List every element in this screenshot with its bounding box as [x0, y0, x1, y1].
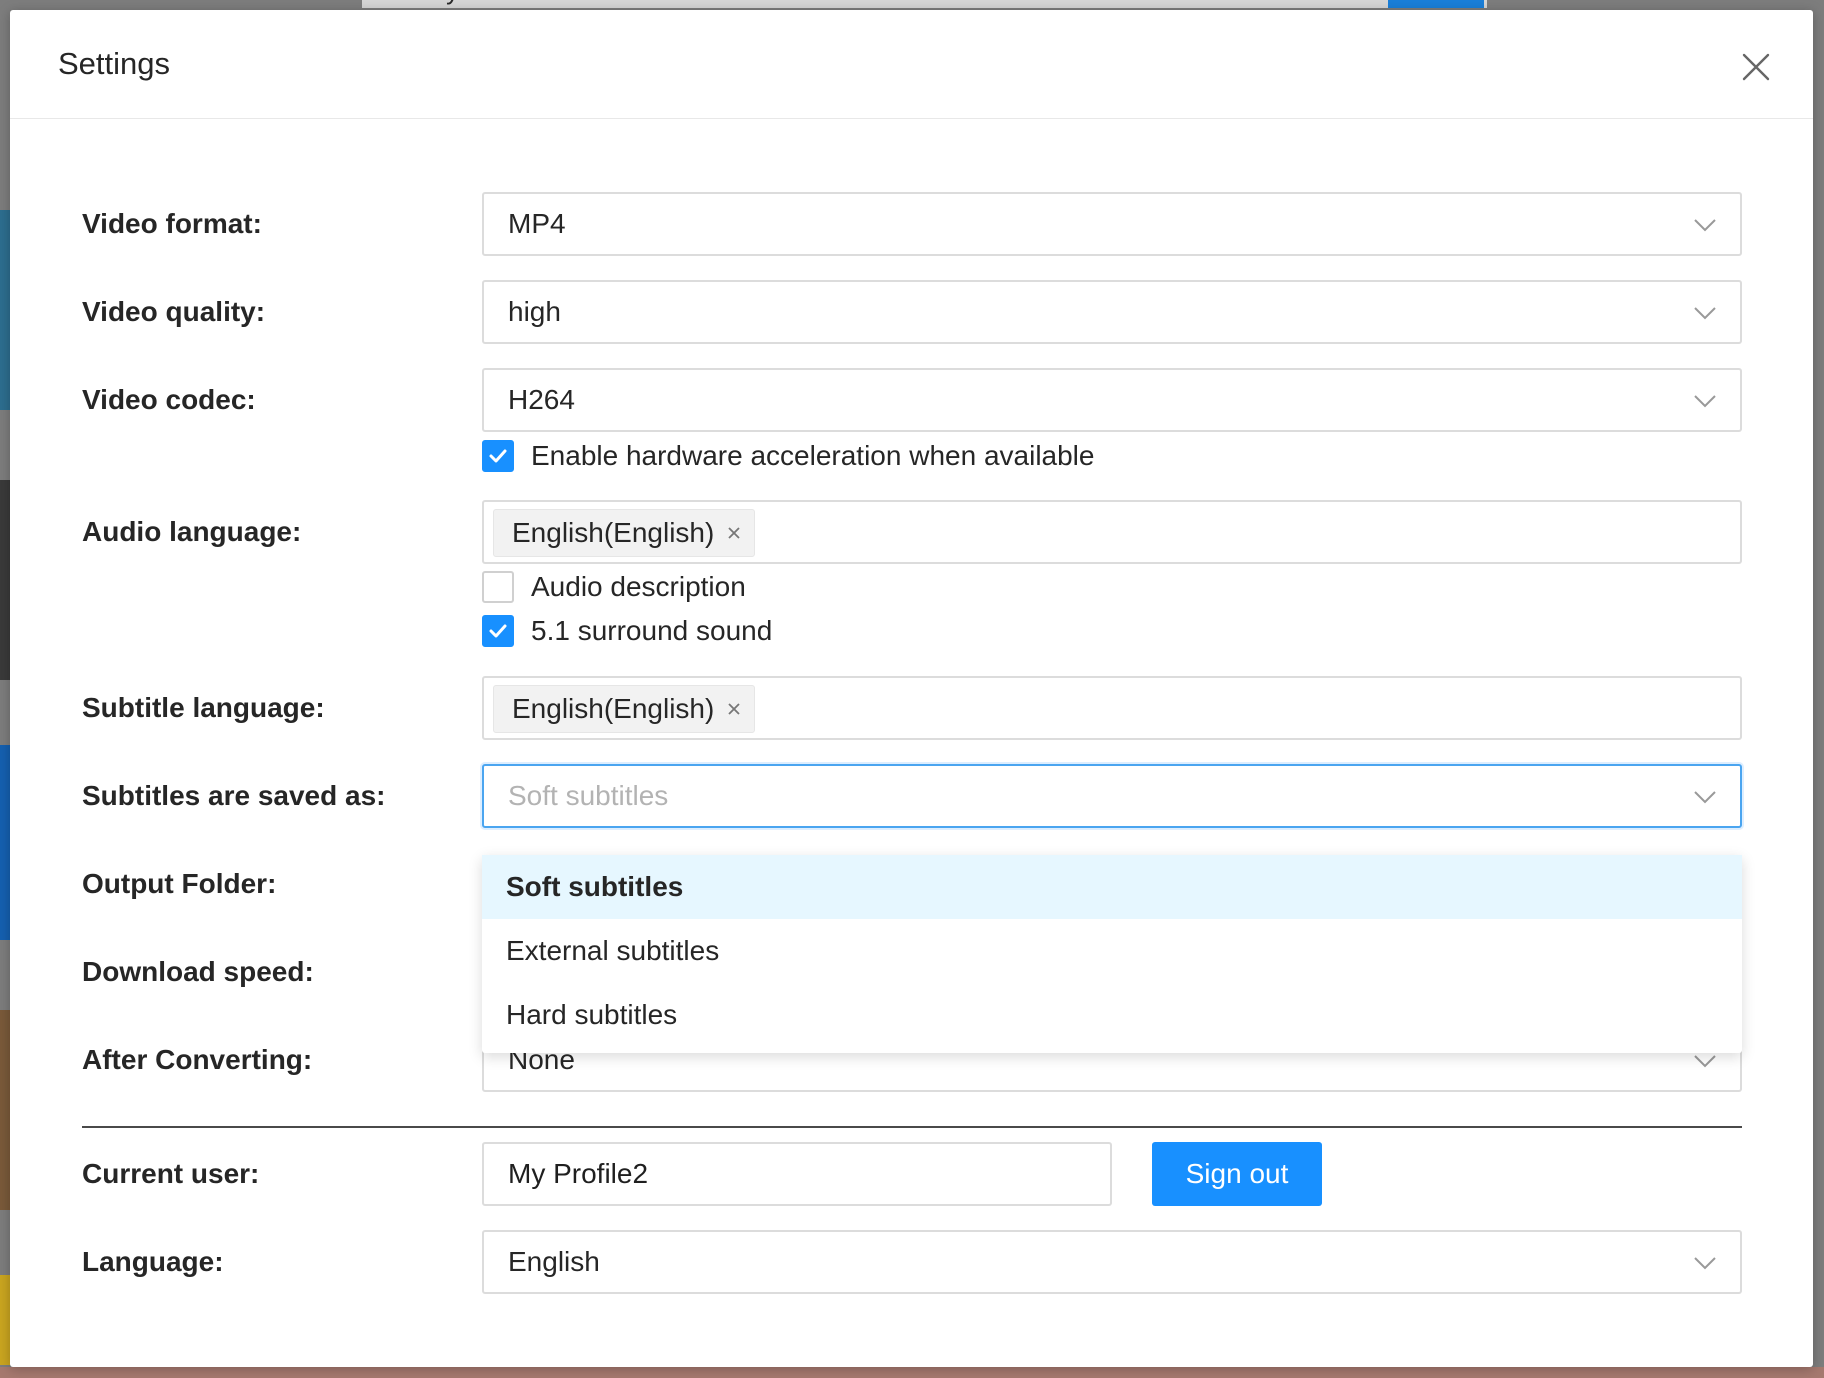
- chevron-down-icon: [1694, 219, 1716, 232]
- dialog-title: Settings: [58, 46, 171, 81]
- remove-tag-icon[interactable]: [724, 523, 744, 543]
- language-label: Language:: [82, 1246, 224, 1277]
- video-format-label: Video format:: [82, 208, 262, 239]
- background-thumbnail: [0, 745, 10, 940]
- subtitle-language-tag-label: English(English): [512, 693, 715, 724]
- current-user-label: Current user:: [82, 1158, 260, 1189]
- background-search-button: [1388, 0, 1484, 8]
- dropdown-option-hard-subtitles[interactable]: Hard subtitles: [482, 983, 1742, 1047]
- subtitle-language-select[interactable]: English(English): [482, 676, 1742, 740]
- video-format-value: MP4: [508, 208, 566, 239]
- language-select[interactable]: English: [482, 1230, 1742, 1294]
- background-thumbnail: [0, 210, 10, 410]
- language-value: English: [508, 1246, 600, 1277]
- video-codec-label: Video codec:: [82, 384, 256, 415]
- dropdown-option-soft-subtitles[interactable]: Soft subtitles: [482, 855, 1742, 919]
- hardware-acceleration-checkbox[interactable]: [482, 440, 514, 472]
- dropdown-option-external-subtitles[interactable]: External subtitles: [482, 919, 1742, 983]
- video-quality-value: high: [508, 296, 561, 327]
- video-quality-label: Video quality:: [82, 296, 266, 327]
- video-format-select[interactable]: MP4: [482, 192, 1742, 256]
- sign-out-button[interactable]: Sign out: [1152, 1142, 1322, 1206]
- close-button[interactable]: [1737, 48, 1775, 86]
- checkmark-icon: [489, 624, 507, 638]
- current-user-field: My Profile2: [482, 1142, 1112, 1206]
- audio-description-label: Audio description: [531, 571, 746, 602]
- section-divider: [82, 1126, 1742, 1128]
- chevron-down-icon: [1694, 1257, 1716, 1270]
- hardware-acceleration-label: Enable hardware acceleration when availa…: [531, 440, 1095, 471]
- chevron-down-icon: [1694, 395, 1716, 408]
- subtitle-language-label: Subtitle language:: [82, 692, 325, 723]
- subtitle-language-tag: English(English): [493, 685, 756, 733]
- subtitles-saved-as-dropdown: Soft subtitles External subtitles Hard s…: [482, 855, 1742, 1053]
- chevron-down-icon: [1694, 307, 1716, 320]
- subtitles-saved-as-select[interactable]: Soft subtitles: [482, 764, 1742, 828]
- audio-language-tag: English(English): [493, 509, 756, 557]
- audio-language-select[interactable]: English(English): [482, 500, 1742, 564]
- after-converting-label: After Converting:: [82, 1044, 313, 1075]
- audio-description-checkbox[interactable]: [482, 571, 514, 603]
- audio-language-label: Audio language:: [82, 516, 302, 547]
- dialog-header: Settings: [10, 10, 1813, 119]
- video-codec-select[interactable]: H264: [482, 368, 1742, 432]
- remove-tag-icon[interactable]: [724, 699, 744, 719]
- surround-sound-label: 5.1 surround sound: [531, 615, 773, 646]
- background-footer: [0, 1367, 1824, 1378]
- close-icon: [1742, 53, 1770, 81]
- current-user-value: My Profile2: [508, 1158, 649, 1189]
- chevron-down-icon: [1694, 791, 1716, 804]
- subtitles-saved-as-placeholder: Soft subtitles: [508, 780, 669, 811]
- video-codec-value: H264: [508, 384, 575, 415]
- audio-language-tag-label: English(English): [512, 517, 715, 548]
- download-speed-label: Download speed:: [82, 956, 314, 987]
- background-thumbnail: [0, 480, 10, 680]
- checkmark-icon: [489, 449, 507, 463]
- background-search-input: disney: [362, 0, 1487, 8]
- background-thumbnail: [0, 1275, 10, 1365]
- video-quality-select[interactable]: high: [482, 280, 1742, 344]
- background-thumbnail: [0, 1010, 10, 1210]
- settings-dialog: Settings Video format: MP4 Video quality…: [10, 10, 1813, 1367]
- subtitles-saved-as-label: Subtitles are saved as:: [82, 780, 386, 811]
- surround-sound-checkbox[interactable]: [482, 615, 514, 647]
- output-folder-label: Output Folder:: [82, 868, 277, 899]
